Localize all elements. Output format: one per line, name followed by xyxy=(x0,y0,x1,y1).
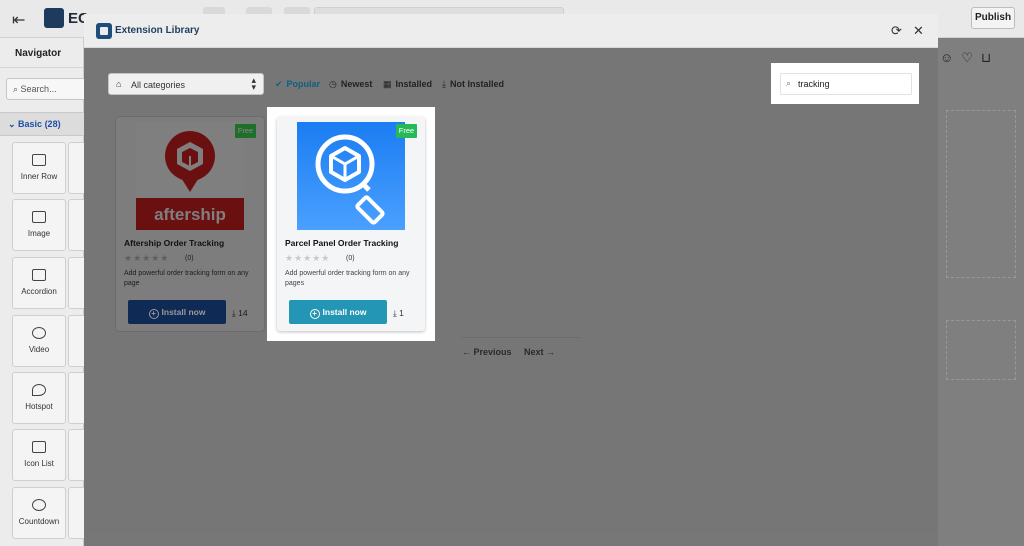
element-tile[interactable]: Hotspot xyxy=(12,372,66,424)
video-icon xyxy=(32,327,46,339)
publish-button[interactable]: Publish xyxy=(971,7,1015,29)
cart-icon[interactable]: ⊔ xyxy=(981,50,999,65)
card-highlight: Free Parcel Panel Order Tracking ★★★★★ (… xyxy=(267,107,435,341)
canvas-placeholder xyxy=(946,320,1016,380)
search-highlight: ⌕ xyxy=(771,63,919,104)
parcel-panel-thumbnail xyxy=(297,122,405,230)
extension-search-box[interactable]: ⌕ xyxy=(780,73,912,95)
filter-label: Popular xyxy=(286,79,321,89)
editor-logo xyxy=(44,8,64,28)
extension-card-parcel-panel[interactable]: Free Parcel Panel Order Tracking ★★★★★ (… xyxy=(277,117,425,331)
install-now-button[interactable]: + Install now xyxy=(289,300,387,324)
arrow-left-icon: ← xyxy=(462,347,471,357)
element-tile-label: Hotspot xyxy=(25,402,53,411)
canvas-bottom-strip xyxy=(84,532,938,546)
grid-icon: ▦ xyxy=(383,79,392,89)
rating-count: (0) xyxy=(346,255,355,262)
image-icon xyxy=(32,211,46,223)
card-description: Add powerful order tracking form on any … xyxy=(124,270,249,287)
install-now-label: Install now xyxy=(161,307,206,317)
download-icon: ⤓ xyxy=(393,308,397,318)
search-icon: ⌕ xyxy=(786,78,792,88)
inner-row-icon xyxy=(32,154,46,166)
install-now-label: Install now xyxy=(322,307,367,317)
header-icons: ☺♡⊔ xyxy=(940,50,999,66)
refresh-icon[interactable]: ⟳ xyxy=(891,23,902,39)
plus-circle-icon: + xyxy=(309,309,320,319)
pagination-next[interactable]: Next → xyxy=(524,347,555,357)
pagination-previous-label: Previous xyxy=(473,347,512,357)
chevron-updown-icon: ▴ ▾ xyxy=(251,75,256,92)
pagination-divider xyxy=(462,337,580,338)
install-now-button[interactable]: + Install now xyxy=(128,300,226,324)
clock-icon: ◷ xyxy=(329,79,337,89)
star-rating-icon: ★★★★★ xyxy=(124,253,170,263)
element-tile[interactable]: Video xyxy=(12,315,66,367)
filter-installed[interactable]: ▦ Installed xyxy=(383,79,432,90)
extension-card-aftership[interactable]: aftership Free Aftership Order Tracking … xyxy=(116,117,264,331)
filter-newest[interactable]: ◷ Newest xyxy=(329,79,372,90)
hotspot-icon xyxy=(32,384,46,396)
check-circle-icon: ✔ xyxy=(275,79,283,89)
download-count-value: 1 xyxy=(399,308,404,318)
download-count: ⤓ 14 xyxy=(232,308,248,319)
element-tile[interactable]: Image xyxy=(12,199,66,251)
card-title: Aftership Order Tracking xyxy=(124,238,225,248)
category-select[interactable]: ⌂ All categories ▴ ▾ xyxy=(108,73,264,95)
canvas-placeholder xyxy=(946,110,1016,278)
element-tile[interactable]: Inner Row xyxy=(12,142,66,194)
tag-icon: ⌂ xyxy=(116,79,122,89)
filter-popular[interactable]: ✔ Popular xyxy=(275,79,320,90)
element-tile-label: Video xyxy=(28,345,50,354)
download-count: ⤓ 1 xyxy=(393,308,404,319)
element-tile-label: Countdown xyxy=(18,517,60,526)
close-icon[interactable]: ✕ xyxy=(913,23,924,39)
editor-sidebar: Navigator ⌕ Search... ⌄ Basic (28) Inner… xyxy=(0,38,96,546)
elements-search-placeholder: Search... xyxy=(20,84,57,94)
pagination-next-label: Next xyxy=(524,347,544,357)
rating-count: (0) xyxy=(185,255,194,262)
card-title: Parcel Panel Order Tracking xyxy=(285,238,399,248)
filter-label: Installed xyxy=(395,79,433,89)
element-tile-label: Image xyxy=(27,229,51,238)
element-tile[interactable]: Icon List xyxy=(12,429,66,481)
plus-circle-icon: + xyxy=(148,309,159,319)
star-rating-icon: ★★★★★ xyxy=(285,253,331,263)
modal-header: Extension Library ⟳ ✕ xyxy=(84,14,938,48)
free-badge: Free xyxy=(235,124,256,138)
element-tile[interactable]: Accordion xyxy=(12,257,66,309)
filter-label: Not Installed xyxy=(449,79,504,89)
pagination-previous[interactable]: ← Previous xyxy=(462,347,512,357)
canvas-right-area: ☺♡⊔ xyxy=(938,38,1024,546)
extension-search-input[interactable] xyxy=(798,77,908,91)
extension-library-modal: Extension Library ⟳ ✕ ⌂ All categories ▴… xyxy=(84,14,938,532)
heart-icon[interactable]: ♡ xyxy=(961,50,981,65)
filter-not-installed[interactable]: ⤓ Not Installed xyxy=(442,79,504,90)
user-icon[interactable]: ☺ xyxy=(940,50,961,65)
free-badge: Free xyxy=(396,124,417,138)
section-basic[interactable]: ⌄ Basic (28) xyxy=(0,112,84,136)
filter-label: Newest xyxy=(340,79,373,89)
elements-search-input[interactable]: ⌕ Search... xyxy=(6,78,96,100)
exit-icon[interactable]: ⇤ xyxy=(12,10,25,30)
aftership-thumbnail: aftership xyxy=(136,122,244,230)
element-tile-label: Inner Row xyxy=(20,172,58,181)
download-count-value: 14 xyxy=(238,308,248,318)
section-basic-label: Basic (28) xyxy=(18,119,61,129)
aftership-thumb-text: aftership xyxy=(154,205,226,224)
modal-title: Extension Library xyxy=(115,25,200,36)
icon-list-icon xyxy=(32,441,46,453)
arrow-right-icon: → xyxy=(546,347,556,357)
download-icon: ⤓ xyxy=(442,79,446,89)
element-tile-label: Accordion xyxy=(21,287,57,296)
category-select-value: All categories xyxy=(131,80,186,90)
accordion-icon xyxy=(32,269,46,281)
element-tile[interactable]: Countdown xyxy=(12,487,66,539)
download-icon: ⤓ xyxy=(232,308,236,318)
countdown-icon xyxy=(32,499,46,511)
tab-navigator[interactable]: Navigator xyxy=(15,48,61,59)
element-tile-label: Icon List xyxy=(24,459,54,468)
card-description: Add powerful order tracking form on any … xyxy=(285,270,410,287)
extension-library-logo-icon xyxy=(96,23,112,39)
